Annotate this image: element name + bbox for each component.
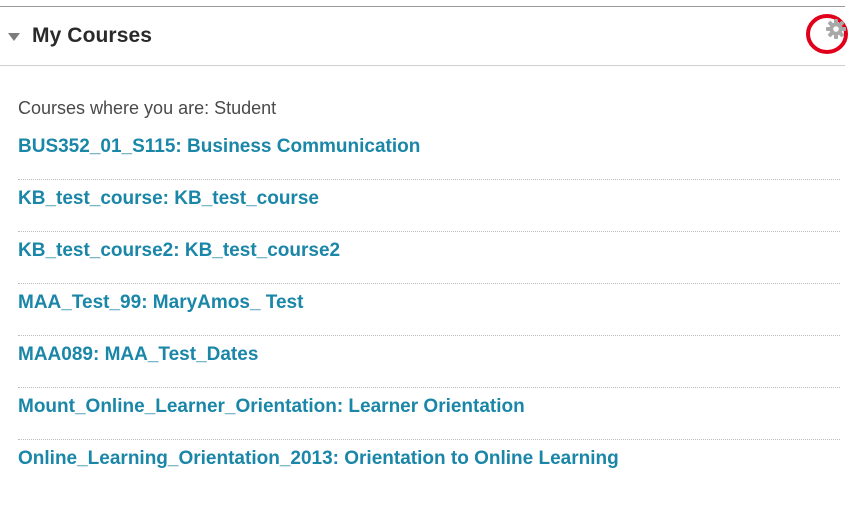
course-link[interactable]: KB_test_course2: KB_test_course2 bbox=[18, 240, 340, 262]
course-link[interactable]: MAA089: MAA_Test_Dates bbox=[18, 344, 258, 366]
list-item: KB_test_course: KB_test_course bbox=[18, 180, 840, 232]
gear-icon[interactable] bbox=[805, 11, 849, 55]
course-list: BUS352_01_S115: Business Communication K… bbox=[18, 128, 840, 492]
triangle-down-icon[interactable] bbox=[8, 33, 20, 41]
course-link[interactable]: KB_test_course: KB_test_course bbox=[18, 188, 319, 210]
course-link[interactable]: BUS352_01_S115: Business Communication bbox=[18, 136, 420, 158]
module-content: Courses where you are: Student BUS352_01… bbox=[18, 90, 840, 492]
course-link[interactable]: Mount_Online_Learner_Orientation: Learne… bbox=[18, 396, 525, 418]
list-item: MAA_Test_99: MaryAmos_ Test bbox=[18, 284, 840, 336]
course-link[interactable]: Online_Learning_Orientation_2013: Orient… bbox=[18, 448, 619, 470]
list-item: Online_Learning_Orientation_2013: Orient… bbox=[18, 440, 840, 492]
role-heading: Courses where you are: Student bbox=[18, 98, 277, 118]
list-item: Mount_Online_Learner_Orientation: Learne… bbox=[18, 388, 840, 440]
list-item: BUS352_01_S115: Business Communication bbox=[18, 128, 840, 180]
list-item: MAA089: MAA_Test_Dates bbox=[18, 336, 840, 388]
my-courses-module: My Courses Courses where you are: Studen… bbox=[0, 0, 856, 516]
list-item: KB_test_course2: KB_test_course2 bbox=[18, 232, 840, 284]
module-title: My Courses bbox=[32, 24, 153, 47]
gear-icon-graphic bbox=[806, 14, 848, 54]
gear-shape bbox=[826, 19, 846, 39]
course-link[interactable]: MAA_Test_99: MaryAmos_ Test bbox=[18, 292, 303, 314]
module-header: My Courses bbox=[0, 7, 845, 66]
